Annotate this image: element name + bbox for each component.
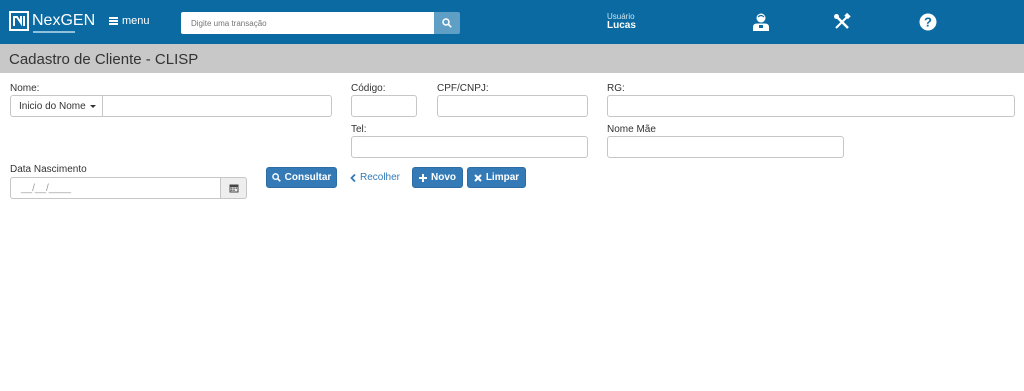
user-name: Lucas [607,20,636,31]
codigo-input[interactable] [351,95,417,117]
menu-icon [109,17,118,25]
tools-icon [834,13,851,29]
logo-icon [9,11,29,31]
menu-label: menu [122,15,150,27]
novo-label: Novo [431,172,456,183]
logo-underline [33,31,75,33]
help-button[interactable]: ? [918,11,938,33]
chevron-left-icon [350,173,356,182]
calendar-button[interactable] [221,177,247,199]
calendar-icon [229,184,238,193]
cpf-cnpj-input[interactable] [437,95,588,117]
novo-button[interactable]: Novo [412,167,463,188]
page-title-bar: Cadastro de Cliente - CLISP [0,44,1024,73]
search-icon [442,18,452,28]
tools-button[interactable] [832,11,852,33]
rg-input[interactable] [607,95,1015,117]
nome-filter-value: Inicio do Nome [19,100,86,112]
search-button[interactable] [434,12,460,34]
top-navbar: NexGEN menu Usuário Lucas [0,0,1024,44]
limpar-label: Limpar [485,172,520,183]
limpar-button[interactable]: Limpar [467,167,526,188]
tel-label: Tel: [351,124,367,135]
plus-icon [419,173,427,182]
consultar-button[interactable]: Consultar [266,167,337,188]
consultar-label: Consultar [284,172,332,183]
help-icon: ? [919,13,937,31]
caret-down-icon [89,104,96,108]
cpf-cnpj-label: CPF/CNPJ: [437,83,489,94]
nome-mae-input[interactable] [607,136,844,158]
user-icon [753,13,769,31]
x-icon [474,173,482,182]
brand-name: NexGEN [32,12,96,29]
search-input[interactable] [181,12,434,34]
transaction-search [181,12,460,34]
brand-logo[interactable]: NexGEN [9,11,96,33]
data-nascimento-input[interactable]: __/__/____ [10,177,221,199]
codigo-label: Código: [351,83,386,94]
nome-mae-label: Nome Mãe [607,124,656,135]
user-info: Usuário Lucas [607,12,636,31]
nome-filter-dropdown[interactable]: Inicio do Nome [10,95,103,117]
nome-label: Nome: [10,83,40,94]
menu-button[interactable]: menu [109,15,150,27]
data-nascimento-label: Data Nascimento [10,164,87,175]
rg-label: RG: [607,83,625,94]
search-icon [271,173,281,182]
page-title: Cadastro de Cliente - CLISP [9,51,199,68]
recolher-label: Recolher [359,172,401,183]
user-profile-button[interactable] [751,11,771,33]
svg-text:?: ? [924,15,932,30]
nome-input[interactable] [102,95,332,117]
tel-input[interactable] [351,136,588,158]
recolher-button[interactable]: Recolher [346,167,404,188]
